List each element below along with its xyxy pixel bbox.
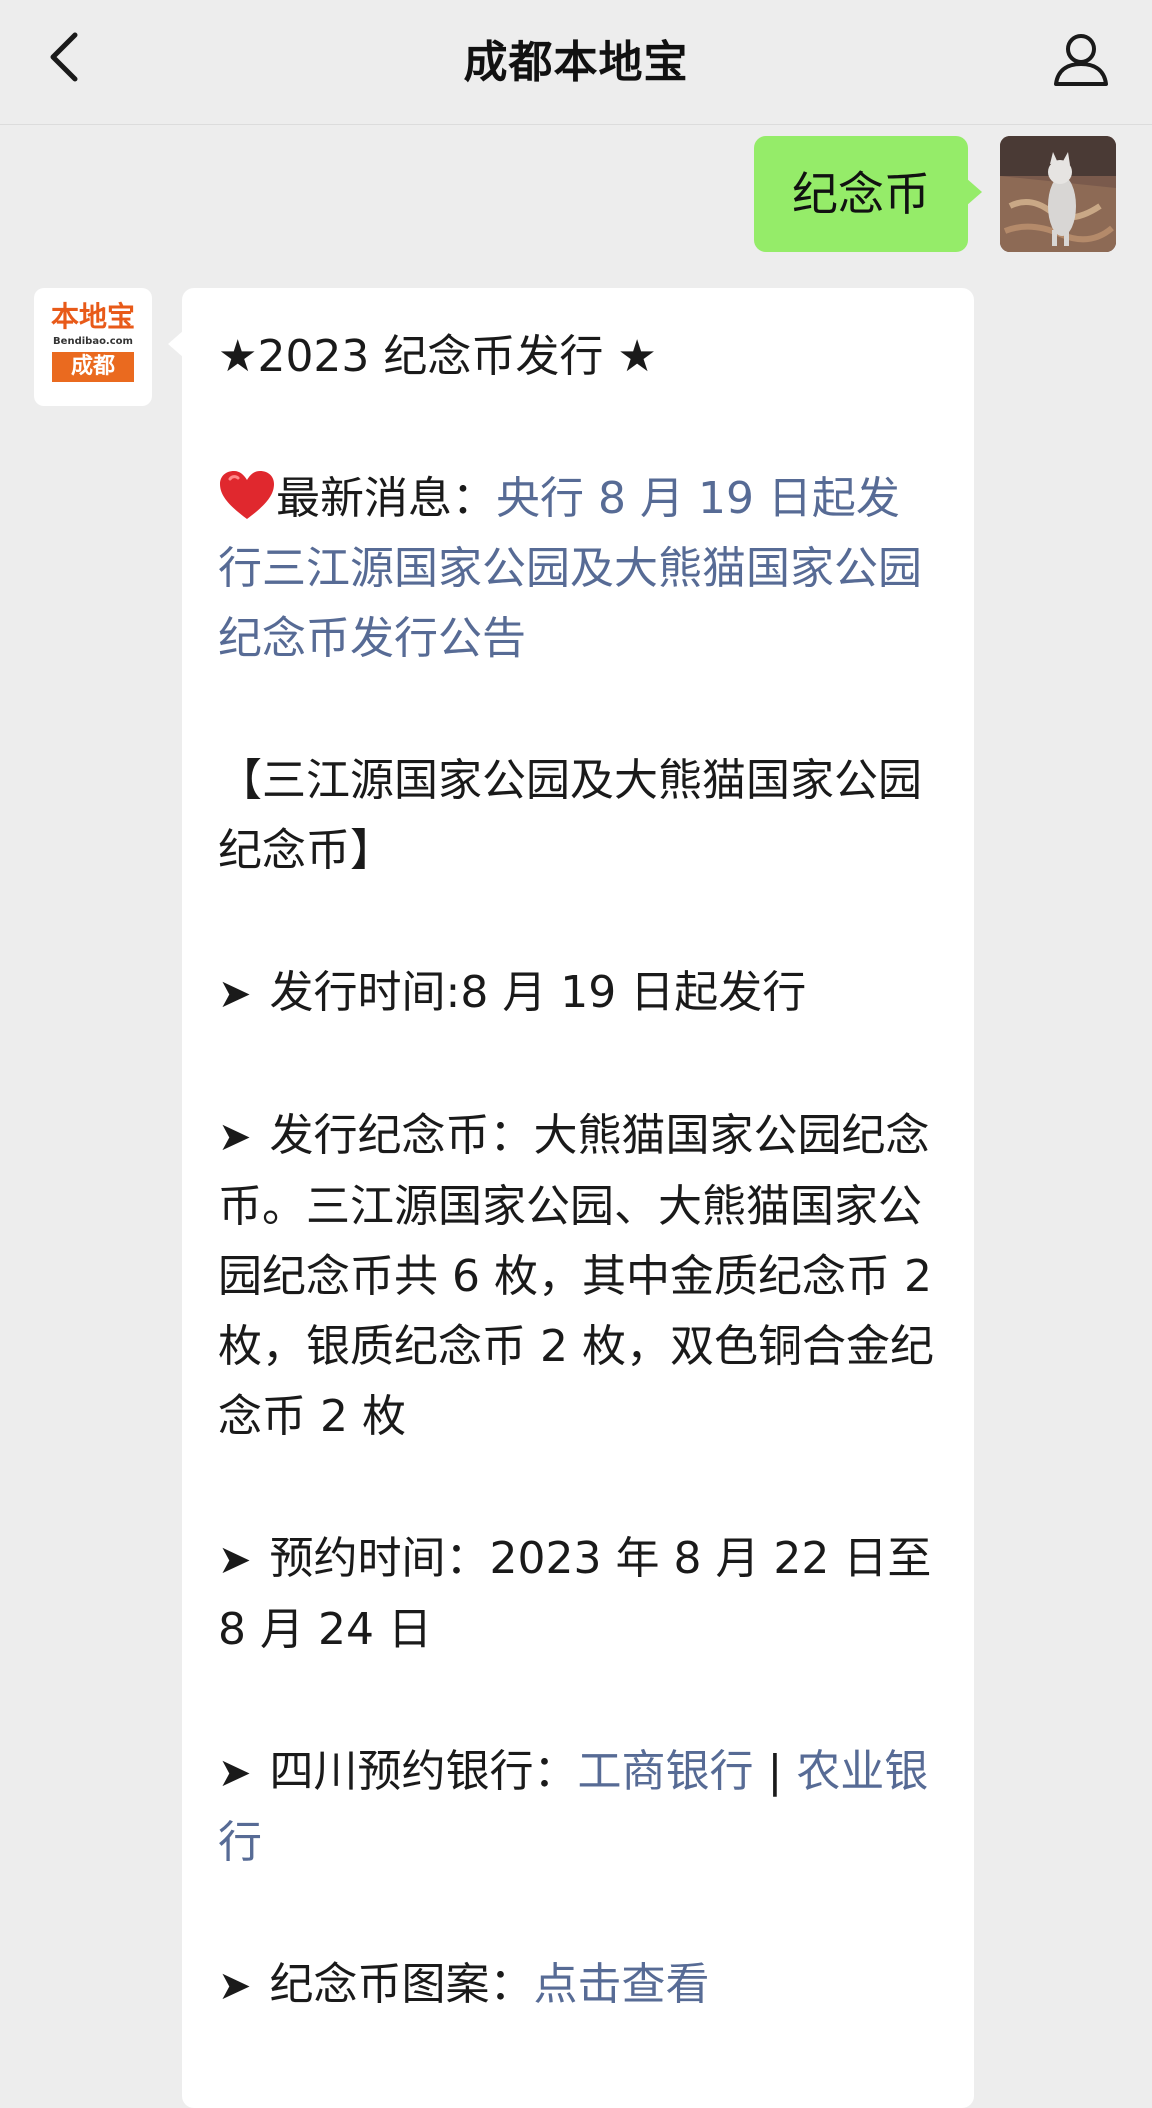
arrow-icon: ➤ xyxy=(218,971,252,1017)
coins-item: ➤ 发行纪念币：大熊猫国家公园纪念币。三江源国家公园、大熊猫国家公园纪念币共 6 … xyxy=(218,1101,938,1452)
heart-icon xyxy=(220,471,274,519)
logo-text: 本地宝 xyxy=(50,300,135,333)
user-icon xyxy=(1054,34,1108,86)
news-paragraph: 最新消息：央行 8 月 19 日起发行三江源国家公园及大熊猫国家公园纪念币发行公… xyxy=(218,464,938,674)
reserve-time-label: 预约时间： xyxy=(269,1533,490,1584)
pattern-link[interactable]: 点击查看 xyxy=(534,1959,710,2010)
incoming-bubble: ★2023 纪念币发行 ★ 最新消息：央行 8 月 19 日起发行三江源国家公园… xyxy=(168,288,974,2108)
arrow-icon: ➤ xyxy=(218,1963,252,2009)
logo-city: 成都 xyxy=(52,352,134,382)
coins-label: 发行纪念币： xyxy=(269,1110,534,1161)
coin-name: 【三江源国家公园及大熊猫国家公园纪念币】 xyxy=(218,755,922,876)
headline: ★2023 纪念币发行 ★ xyxy=(218,331,657,382)
bank-item: ➤ 四川预约银行：工商银行 | 农业银行 xyxy=(218,1737,938,1878)
bank-label: 四川预约银行： xyxy=(269,1746,578,1797)
issue-time-value: 8 月 19 日起发行 xyxy=(460,967,807,1018)
official-account-avatar[interactable]: 本地宝 Bendibao.com 成都 xyxy=(34,288,152,406)
nav-bar: 成都本地宝 xyxy=(0,0,1152,125)
news-label: 最新消息： xyxy=(276,473,496,524)
cat-photo xyxy=(1000,136,1116,252)
chat-title: 成都本地宝 xyxy=(463,37,689,88)
pattern-label: 纪念币图案： xyxy=(269,1959,534,2010)
arrow-icon: ➤ xyxy=(218,1750,252,1796)
bank-link-icbc[interactable]: 工商银行 xyxy=(578,1746,754,1797)
issue-time-item: ➤ 发行时间:8 月 19 日起发行 xyxy=(218,958,938,1029)
user-avatar[interactable] xyxy=(1000,136,1116,252)
message-content: ★2023 纪念币发行 ★ 最新消息：央行 8 月 19 日起发行三江源国家公园… xyxy=(218,322,938,2093)
arrow-icon: ➤ xyxy=(218,1537,252,1583)
profile-button[interactable] xyxy=(1046,24,1116,94)
outgoing-message: 纪念币 xyxy=(754,136,1116,252)
issue-time-label: 发行时间: xyxy=(269,967,461,1018)
logo-site: Bendibao.com xyxy=(53,336,133,347)
arrow-icon: ➤ xyxy=(218,1114,252,1160)
outgoing-bubble[interactable]: 纪念币 xyxy=(754,136,982,252)
reserve-time-item: ➤ 预约时间：2023 年 8 月 22 日至8 月 24 日 xyxy=(218,1524,938,1665)
bank-separator: | xyxy=(753,1746,797,1797)
pattern-item: ➤ 纪念币图案：点击查看 xyxy=(218,1950,938,2021)
